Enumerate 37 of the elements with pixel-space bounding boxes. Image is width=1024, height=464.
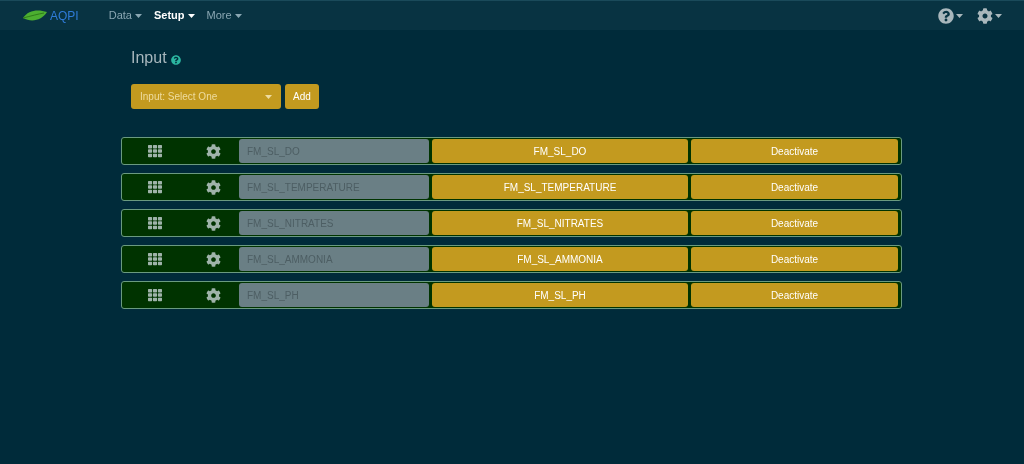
settings-menu[interactable] xyxy=(977,7,1002,24)
leaf-icon xyxy=(22,8,48,23)
deactivate-button[interactable]: Deactivate xyxy=(691,283,898,307)
nav-menu[interactable]: Setup xyxy=(153,7,195,24)
caret-icon xyxy=(134,13,142,18)
deactivate-button[interactable]: Deactivate xyxy=(691,211,898,235)
settings-icon[interactable] xyxy=(206,215,221,231)
settings-icon[interactable] xyxy=(206,179,221,195)
settings-icon[interactable] xyxy=(206,143,221,159)
nav-menu[interactable]: Data xyxy=(108,7,142,24)
page-title: Input xyxy=(131,48,167,68)
input-name-button[interactable]: FM_SL_DO xyxy=(432,139,688,163)
nav-menu[interactable]: More xyxy=(206,7,242,24)
settings-icon[interactable] xyxy=(206,251,221,267)
caret-icon xyxy=(956,13,963,18)
add-button[interactable]: Add xyxy=(285,84,319,109)
help-menu[interactable] xyxy=(938,7,963,24)
caret-icon xyxy=(187,13,195,18)
caret-icon xyxy=(265,94,272,99)
brand-link[interactable]: AQPI xyxy=(22,6,79,25)
input-name-button[interactable]: FM_SL_NITRATES xyxy=(432,211,688,235)
input-name-button[interactable]: FM_SL_TEMPERATURE xyxy=(432,175,688,199)
input-name-button[interactable]: FM_SL_AMMONIA xyxy=(432,247,688,271)
deactivate-button[interactable]: Deactivate xyxy=(691,139,898,163)
drag-handle-icon[interactable] xyxy=(148,252,162,266)
caret-icon xyxy=(234,13,242,18)
drag-handle-icon[interactable] xyxy=(148,144,162,158)
settings-icon[interactable] xyxy=(206,287,221,303)
caret-icon xyxy=(995,13,1002,18)
input-select[interactable]: Input: Select One xyxy=(131,84,281,109)
drag-handle-icon[interactable] xyxy=(148,288,162,302)
input-name-button[interactable]: FM_SL_PH xyxy=(432,283,688,307)
drag-handle-icon[interactable] xyxy=(148,216,162,230)
deactivate-button[interactable]: Deactivate xyxy=(691,175,898,199)
deactivate-button[interactable]: Deactivate xyxy=(691,247,898,271)
help-icon xyxy=(170,54,181,65)
drag-handle-icon[interactable] xyxy=(148,180,162,194)
